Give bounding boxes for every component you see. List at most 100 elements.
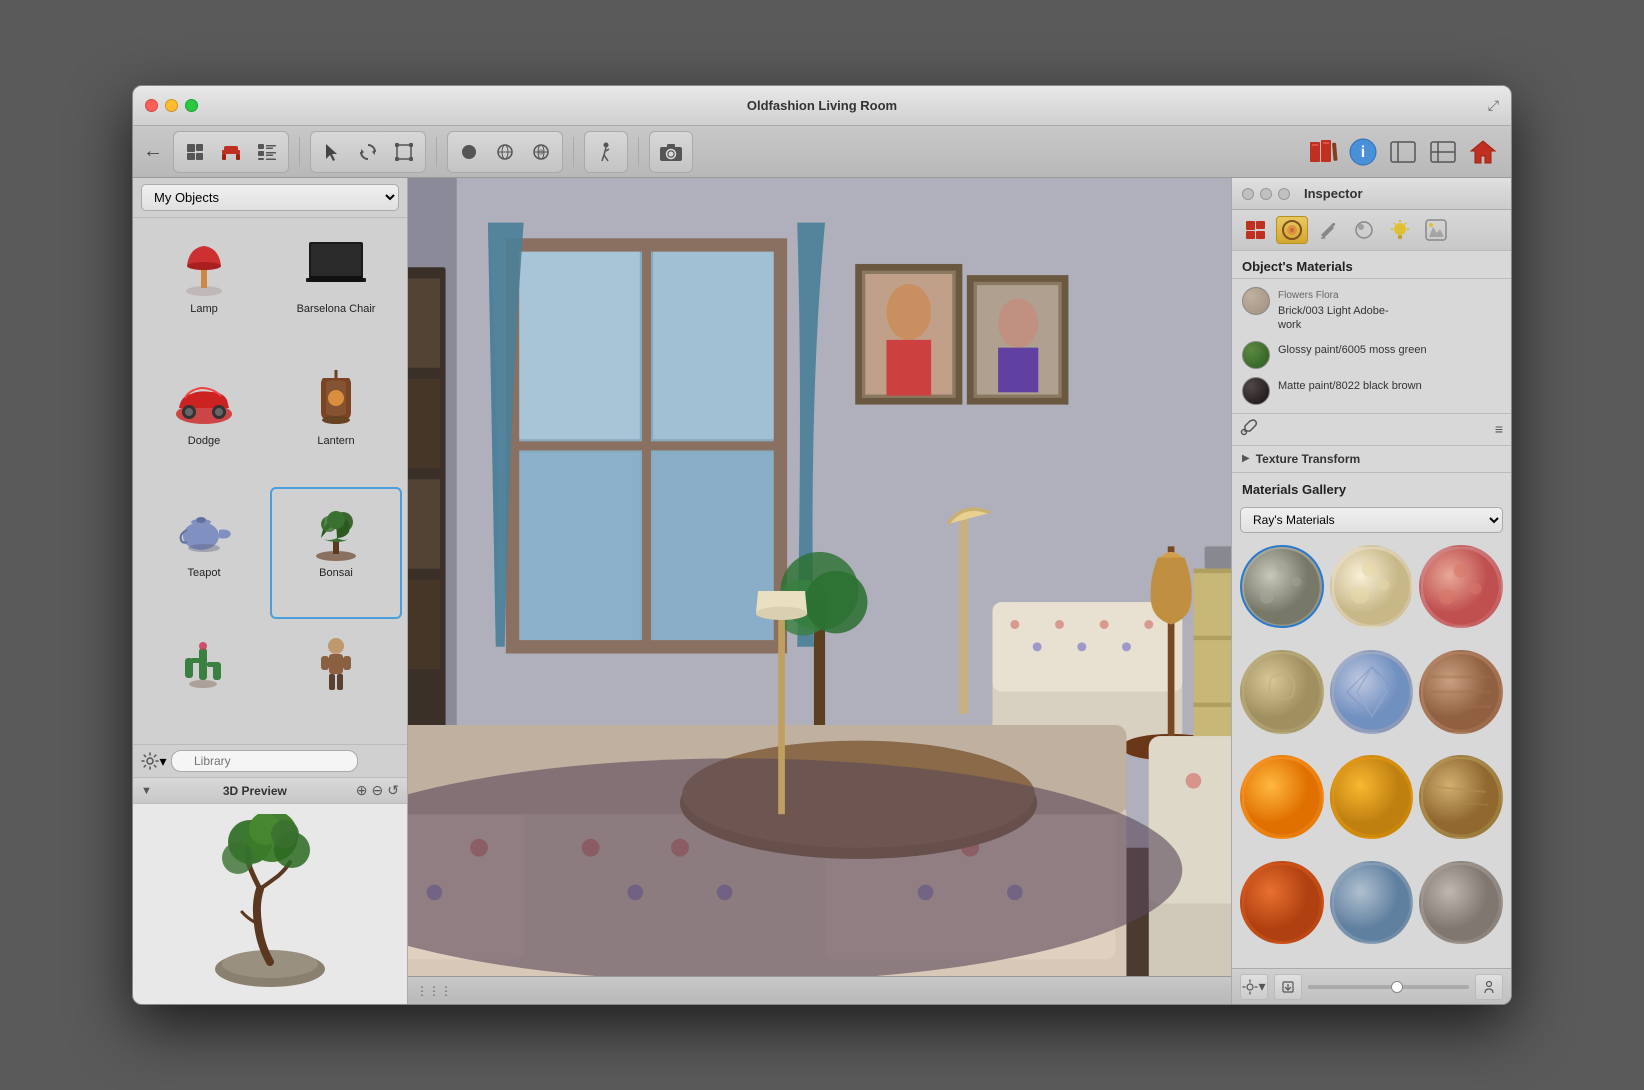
objects-category-dropdown[interactable]: My Objects All Objects Favorites [141, 184, 399, 211]
info-button[interactable]: i [1345, 134, 1381, 170]
texture-transform-label: Texture Transform [1256, 452, 1360, 466]
toggle-sidebar-button[interactable] [1385, 134, 1421, 170]
library-button[interactable] [1305, 134, 1341, 170]
search-row: ▾ 🔍 [133, 745, 407, 777]
objects-list-button[interactable] [178, 135, 212, 169]
zoom-in-button[interactable]: ⊕ [356, 782, 368, 799]
insp-size-slider[interactable] [1308, 985, 1469, 989]
teapot-label: Teapot [187, 567, 220, 579]
object-item-cactus[interactable] [138, 619, 270, 739]
texture-transform-row[interactable]: ▶ Texture Transform [1232, 446, 1511, 473]
lantern-thumbnail [297, 365, 375, 433]
material-row-black[interactable]: Matte paint/8022 black brown [1232, 373, 1511, 409]
inspector-bottom-bar: ▾ [1232, 968, 1511, 1004]
gallery-title: Materials Gallery [1242, 482, 1346, 497]
gallery-dropdown-row: Ray's Materials Default Materials Custom [1232, 503, 1511, 537]
gallery-swatch-blue-argyle[interactable] [1330, 650, 1414, 734]
svg-text:i: i [1361, 144, 1365, 161]
maximize-button[interactable] [185, 99, 198, 112]
room-scene [408, 178, 1231, 1004]
gallery-swatch-gray-floral[interactable] [1240, 545, 1324, 629]
gallery-dropdown[interactable]: Ray's Materials Default Materials Custom [1240, 507, 1503, 533]
insp-edit-tab[interactable] [1312, 216, 1344, 244]
dodge-thumbnail [165, 365, 243, 433]
preview-area [133, 804, 407, 1004]
insp-light-tab[interactable] [1384, 216, 1416, 244]
insp-max-button[interactable] [1278, 188, 1290, 200]
insp-scene-tab[interactable] [1420, 216, 1452, 244]
viewport-handle: ⋮⋮⋮ [416, 984, 452, 998]
viewport-bottom: ⋮⋮⋮ [408, 976, 1231, 1004]
material-row-flowers[interactable]: Flowers Flora Brick/003 Light Adobe-work [1232, 283, 1511, 337]
moss-material-name: Glossy paint/6005 moss green [1278, 341, 1427, 357]
flowers-flora-label: Flowers Flora [1278, 287, 1389, 302]
back-button[interactable]: ← [143, 140, 163, 163]
object-item-teapot[interactable]: Teapot [138, 487, 270, 619]
inspector-panel: Inspector [1231, 178, 1511, 1004]
camera-toolbar-group [649, 131, 693, 173]
gallery-swatch-rustic[interactable] [1419, 650, 1503, 734]
left-sidebar: My Objects All Objects Favorites [133, 178, 408, 1004]
gallery-swatch-cream-floral[interactable] [1330, 545, 1414, 629]
bonsai-thumbnail [297, 497, 375, 565]
insp-min-button[interactable] [1260, 188, 1272, 200]
grid-list-button[interactable] [250, 135, 284, 169]
zoom-out-button[interactable]: ⊖ [372, 782, 384, 799]
render-wire-button[interactable] [488, 135, 522, 169]
window-controls [145, 99, 198, 112]
gallery-swatch-orange-bright[interactable] [1240, 755, 1324, 839]
home-button[interactable] [1465, 134, 1501, 170]
preview-controls: ⊕ ⊖ ↺ [356, 782, 399, 799]
inspector-toolbar [1232, 210, 1511, 251]
transform-tool-button[interactable] [387, 135, 421, 169]
dodge-label: Dodge [188, 435, 220, 447]
gallery-swatch-wood[interactable] [1419, 755, 1503, 839]
search-input[interactable] [171, 750, 358, 772]
material-tools-row: ≡ [1232, 414, 1511, 446]
insp-render-tab[interactable] [1348, 216, 1380, 244]
close-button[interactable] [145, 99, 158, 112]
insp-import-button[interactable] [1274, 974, 1302, 1000]
object-item-person[interactable] [270, 619, 402, 739]
minimize-button[interactable] [165, 99, 178, 112]
camera-button[interactable] [654, 135, 688, 169]
object-item-bonsai[interactable]: Bonsai [270, 487, 402, 619]
swatch-black [1242, 377, 1270, 405]
material-row-moss[interactable]: Glossy paint/6005 moss green [1232, 337, 1511, 373]
insp-settings-button[interactable]: ▾ [1240, 974, 1268, 1000]
materials-menu-button[interactable]: ≡ [1495, 421, 1503, 437]
dropper-tool-button[interactable] [1240, 418, 1258, 441]
app-window: Oldfashion Living Room ⤢ ← [132, 85, 1512, 1005]
view-options-button[interactable] [1425, 134, 1461, 170]
object-item-lamp[interactable]: Lamp [138, 223, 270, 355]
insp-close-button[interactable] [1242, 188, 1254, 200]
inspector-title-bar: Inspector [1232, 178, 1511, 210]
render-texture-button[interactable] [524, 135, 558, 169]
gallery-swatch-orange-dark[interactable] [1240, 861, 1324, 945]
chair-button[interactable] [214, 135, 248, 169]
walk-toolbar-group [584, 131, 628, 173]
preview-title: 3D Preview [223, 784, 287, 798]
insp-objects-tab[interactable] [1240, 216, 1272, 244]
insp-materials-tab[interactable] [1276, 216, 1308, 244]
person-thumbnail [297, 629, 375, 697]
gallery-swatch-tan-scroll[interactable] [1240, 650, 1324, 734]
gallery-swatch-orange-mid[interactable] [1330, 755, 1414, 839]
reset-view-button[interactable]: ↺ [387, 782, 399, 799]
object-item-chair[interactable]: Barselona Chair [270, 223, 402, 355]
object-item-dodge[interactable]: Dodge [138, 355, 270, 487]
select-tool-button[interactable] [315, 135, 349, 169]
insp-person-button[interactable] [1475, 974, 1503, 1000]
brick-material-name: Brick/003 Light Adobe-work [1278, 302, 1389, 333]
settings-gear-button[interactable]: ▾ [141, 750, 167, 772]
rotate-tool-button[interactable] [351, 135, 385, 169]
texture-expand-icon: ▶ [1242, 453, 1250, 464]
gallery-swatch-red-floral[interactable] [1419, 545, 1503, 629]
walk-button[interactable] [589, 135, 623, 169]
gallery-swatch-blue-steel[interactable] [1330, 861, 1414, 945]
gallery-swatch-gray-stone[interactable] [1419, 861, 1503, 945]
window-title: Oldfashion Living Room [747, 98, 897, 113]
swatch-moss [1242, 341, 1270, 369]
object-item-lantern[interactable]: Lantern [270, 355, 402, 487]
render-solid-button[interactable] [452, 135, 486, 169]
